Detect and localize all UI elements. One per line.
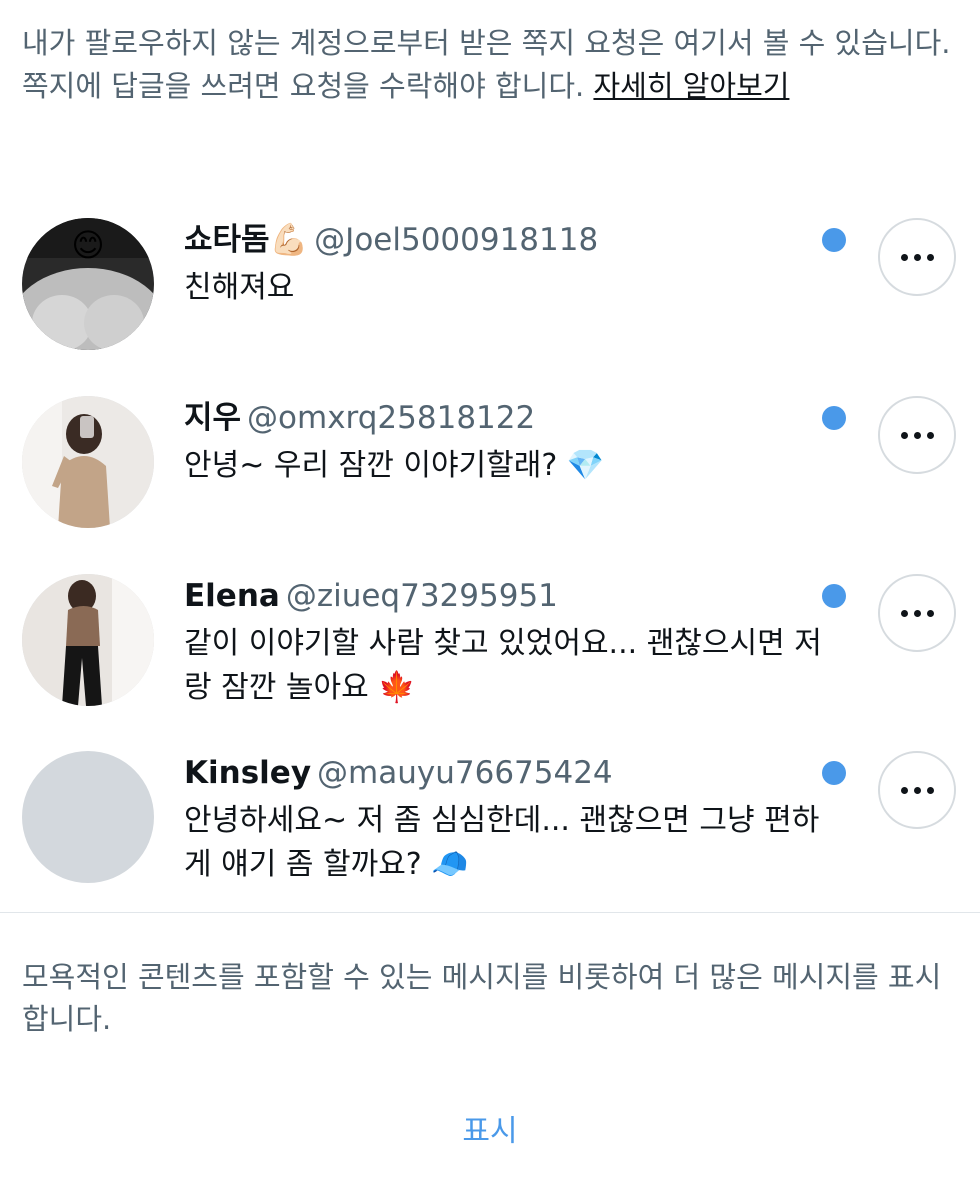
intro-body: 내가 팔로우하지 않는 계정으로부터 받은 쪽지 요청은 여기서 볼 수 있습니…: [22, 26, 951, 103]
avatar[interactable]: [22, 396, 154, 528]
learn-more-link[interactable]: 자세히 알아보기: [593, 69, 789, 103]
more-options-button[interactable]: [878, 574, 956, 652]
display-name: 쇼타돔💪🏻: [184, 222, 309, 258]
more-horizontal-icon: [900, 609, 908, 617]
message-request[interactable]: Elena @ziueq73295951 같이 이야기할 사람 찾고 있었어요..…: [0, 574, 980, 734]
handle: @omxrq25818122: [247, 400, 536, 436]
unread-dot-icon: [822, 584, 846, 608]
avatar[interactable]: [22, 751, 154, 883]
more-options-button[interactable]: [878, 396, 956, 474]
handle: @ziueq73295951: [285, 578, 558, 614]
svg-text:😊: 😊: [71, 226, 104, 264]
avatar[interactable]: 😊: [22, 218, 154, 350]
more-horizontal-icon: [900, 431, 908, 439]
filtered-messages-note: 모욕적인 콘텐츠를 포함할 수 있는 메시지를 비롯하여 더 많은 메시지를 표…: [22, 960, 942, 1036]
unread-dot-icon: [822, 406, 846, 430]
unread-dot-icon: [822, 228, 846, 252]
more-horizontal-icon: [900, 253, 908, 261]
display-name: Elena: [184, 578, 280, 614]
message-preview: 같이 이야기할 사람 찾고 있었어요... 괜찮으시면 저랑 잠깐 놀아요 🍁: [184, 626, 822, 705]
display-name: Kinsley: [184, 755, 312, 791]
unread-dot-icon: [822, 761, 846, 785]
message-request[interactable]: 지우 @omxrq25818122 안녕~ 우리 잠깐 이야기할래? 💎: [0, 396, 980, 556]
show-button[interactable]: 표시: [440, 1112, 540, 1152]
message-request[interactable]: 😊 쇼타돔💪🏻 @Joel5000918118 친해져요: [0, 218, 980, 378]
display-name: 지우: [184, 400, 242, 436]
more-horizontal-icon: [900, 786, 908, 794]
handle: @Joel5000918118: [314, 222, 599, 258]
more-options-button[interactable]: [878, 218, 956, 296]
message-preview: 안녕하세요~ 저 좀 심심한데... 괜찮으면 그냥 편하게 얘기 좀 할까요?…: [184, 803, 820, 882]
message-preview: 친해져요: [184, 270, 295, 305]
message-request[interactable]: Kinsley @mauyu76675424 안녕하세요~ 저 좀 심심한데...…: [0, 751, 980, 911]
divider: [0, 912, 980, 913]
more-options-button[interactable]: [878, 751, 956, 829]
handle: @mauyu76675424: [317, 755, 613, 791]
avatar[interactable]: [22, 574, 154, 706]
intro-text: 내가 팔로우하지 않는 계정으로부터 받은 쪽지 요청은 여기서 볼 수 있습니…: [22, 22, 952, 108]
message-preview: 안녕~ 우리 잠깐 이야기할래? 💎: [184, 448, 605, 483]
